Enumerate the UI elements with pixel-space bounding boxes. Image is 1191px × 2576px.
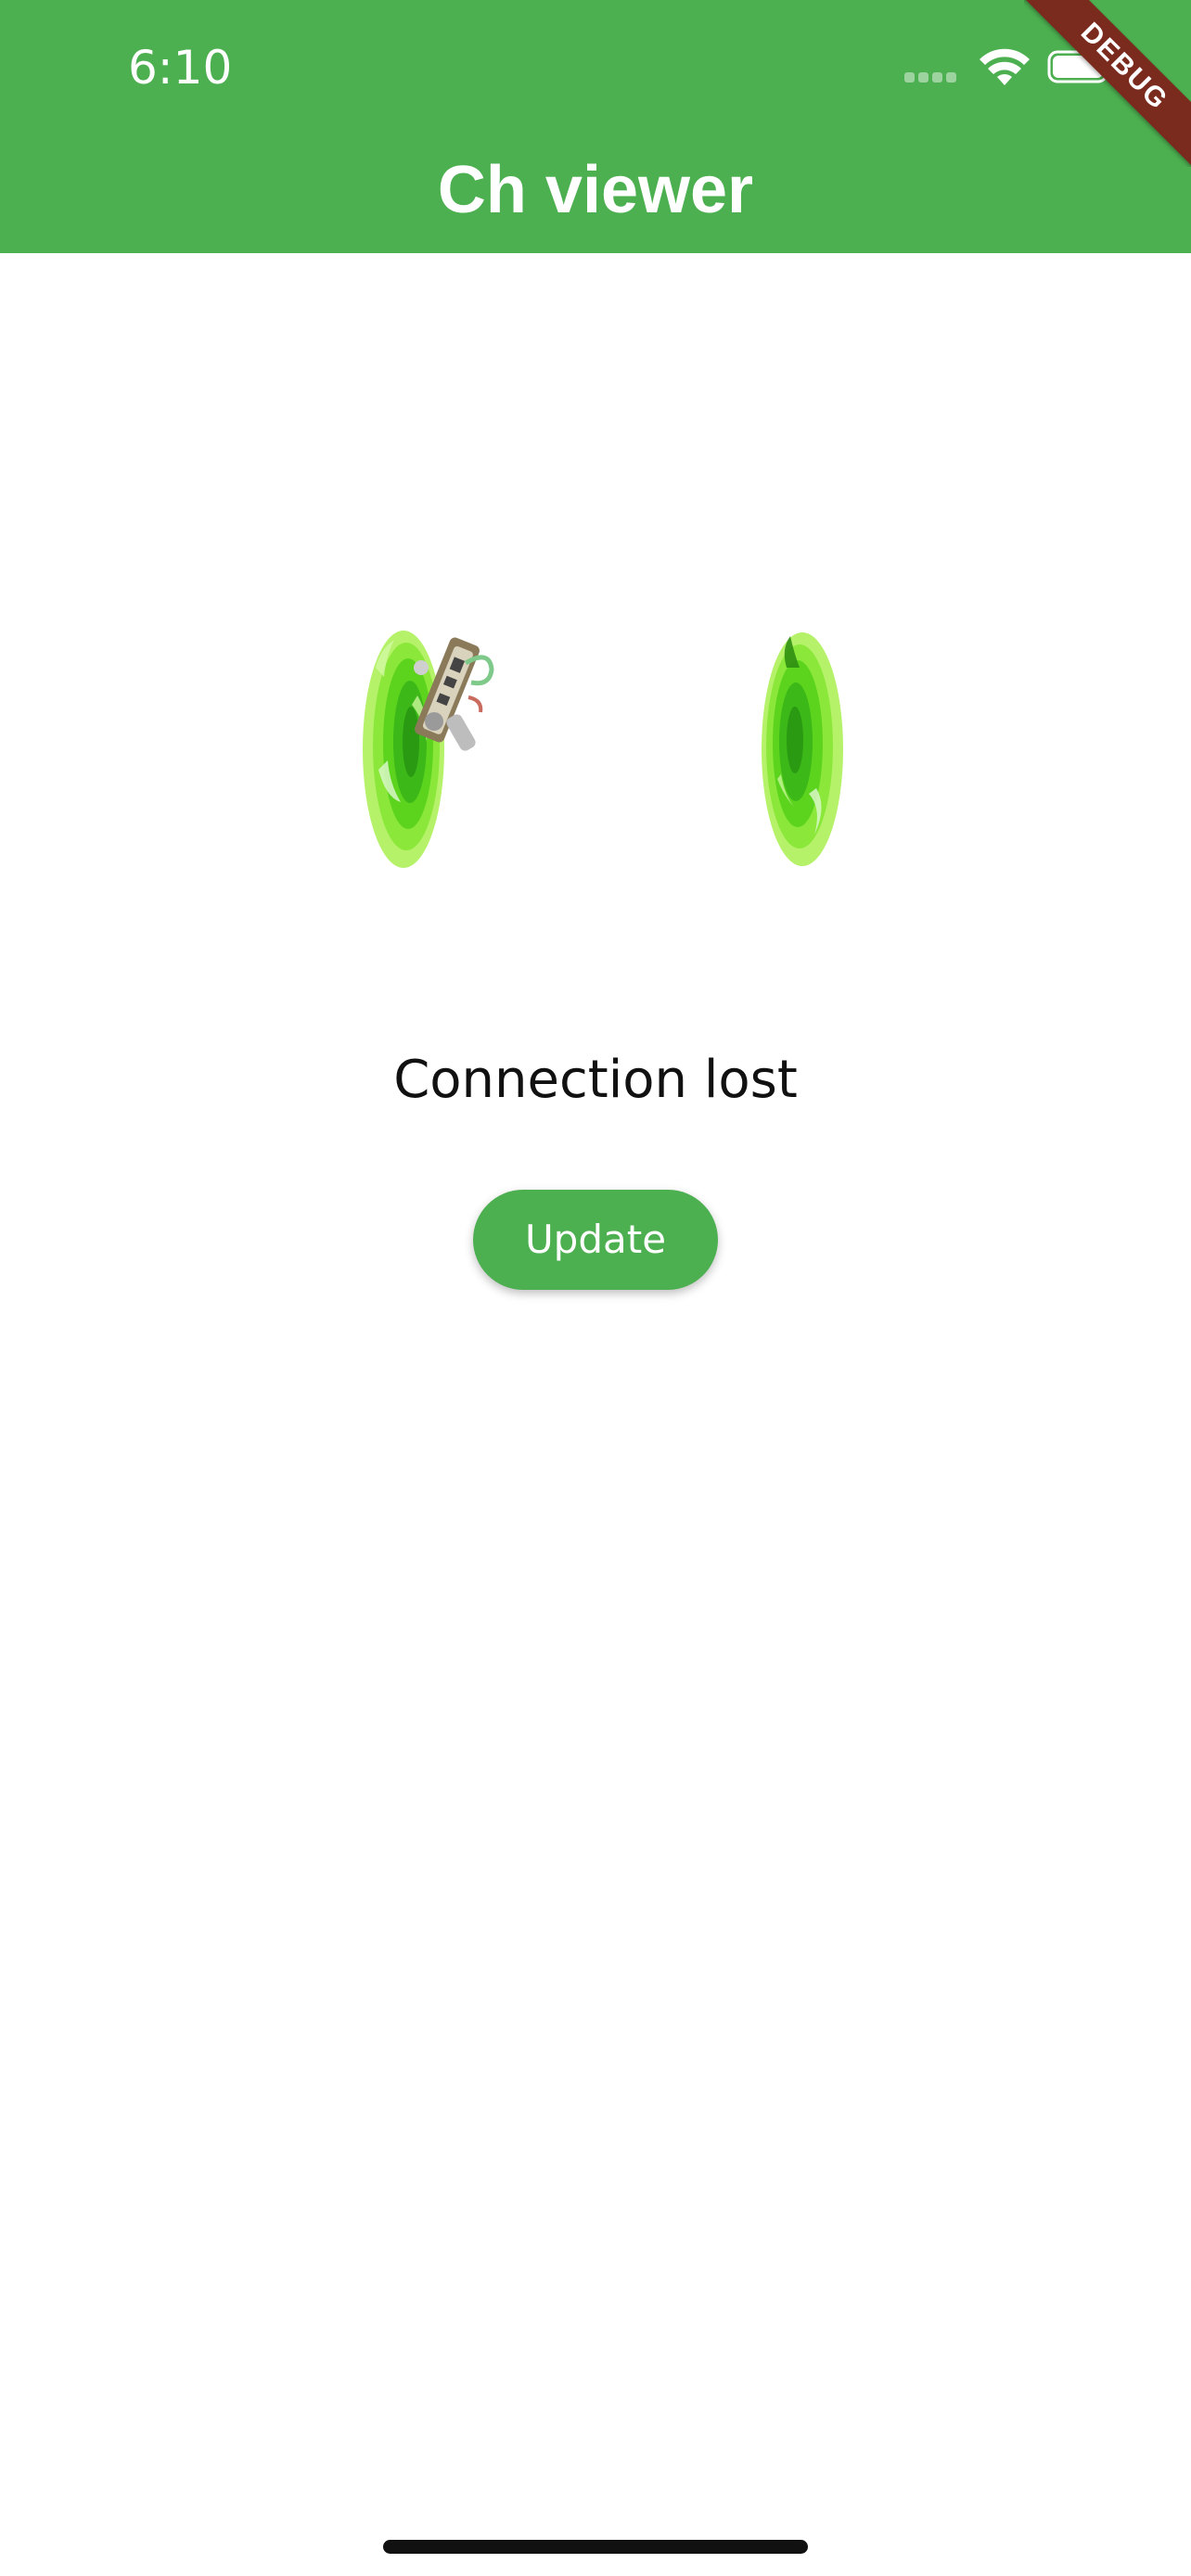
portal-illustration — [363, 631, 843, 868]
right-portal — [762, 632, 843, 866]
battery-icon — [1047, 50, 1112, 83]
connection-status-message: Connection lost — [393, 1050, 798, 1110]
app-bar: 6:10 Ch viewer — [0, 0, 1191, 253]
status-icons — [904, 46, 1118, 93]
cellular-signal-icon — [904, 72, 962, 85]
page-title: Ch viewer — [437, 153, 754, 227]
left-portal — [363, 631, 444, 868]
update-button[interactable]: Update — [473, 1190, 718, 1290]
status-time: 6:10 — [128, 41, 233, 95]
wifi-icon — [980, 48, 1030, 85]
home-indicator[interactable] — [383, 2540, 808, 2554]
